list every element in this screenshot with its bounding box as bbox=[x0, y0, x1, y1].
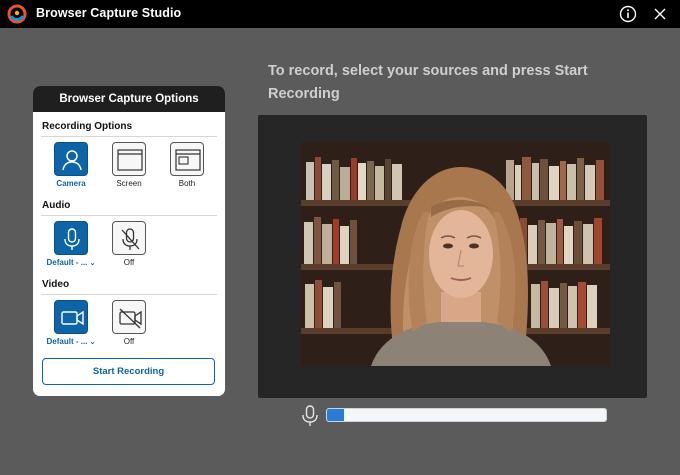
audio-device-dropdown[interactable]: Default - ... ⌄ bbox=[41, 258, 101, 267]
video-off-label: Off bbox=[123, 337, 135, 346]
video-title: Video bbox=[42, 279, 70, 290]
mic-level-meter bbox=[326, 408, 607, 422]
video-off-option[interactable]: Off bbox=[106, 300, 152, 346]
info-icon[interactable] bbox=[619, 5, 637, 23]
chevron-down-icon: ⌄ bbox=[89, 260, 96, 267]
divider bbox=[41, 215, 217, 216]
video-camera-button[interactable] bbox=[54, 300, 88, 334]
app-title: Browser Capture Studio bbox=[36, 6, 182, 20]
window-overlay-icon bbox=[175, 149, 201, 171]
video-device-dropdown[interactable]: Default - ... ⌄ bbox=[41, 337, 101, 346]
start-recording-button[interactable]: Start Recording bbox=[42, 358, 215, 385]
divider bbox=[41, 136, 217, 137]
both-option[interactable]: Both bbox=[164, 142, 210, 188]
microphone-icon bbox=[302, 405, 318, 426]
window-icon bbox=[117, 149, 143, 171]
recording-options-title: Recording Options bbox=[42, 121, 132, 132]
both-label: Both bbox=[178, 179, 196, 188]
both-button[interactable] bbox=[170, 142, 204, 176]
audio-off-label: Off bbox=[123, 258, 135, 267]
video-device-label: Default - ... bbox=[46, 337, 88, 346]
camera-preview bbox=[258, 115, 647, 398]
instructions-text: To record, select your sources and press… bbox=[268, 63, 588, 102]
chevron-down-icon: ⌄ bbox=[89, 339, 96, 346]
person-icon bbox=[62, 150, 82, 171]
app-logo-icon bbox=[7, 4, 27, 24]
screen-button[interactable] bbox=[112, 142, 146, 176]
title-bar: Browser Capture Studio bbox=[0, 0, 680, 28]
screen-option[interactable]: Screen bbox=[106, 142, 152, 188]
screen-label: Screen bbox=[116, 179, 142, 188]
close-icon[interactable] bbox=[652, 6, 668, 22]
microphone-off-icon bbox=[121, 228, 140, 250]
audio-title: Audio bbox=[42, 200, 71, 211]
camera-button[interactable] bbox=[54, 142, 88, 176]
microphone-icon bbox=[64, 228, 80, 250]
microphone-button[interactable] bbox=[54, 221, 88, 255]
mic-level-fill bbox=[327, 409, 344, 421]
camera-feed-image bbox=[301, 142, 610, 366]
video-camera-off-icon bbox=[119, 308, 142, 329]
audio-off-option[interactable]: Off bbox=[106, 221, 152, 267]
audio-off-button[interactable] bbox=[112, 221, 146, 255]
audio-device-option[interactable]: Default - ... ⌄ bbox=[41, 221, 101, 267]
divider bbox=[41, 294, 217, 295]
capture-options-panel: Browser Capture Options Recording Option… bbox=[33, 86, 225, 396]
video-device-option[interactable]: Default - ... ⌄ bbox=[41, 300, 101, 346]
video-off-button[interactable] bbox=[112, 300, 146, 334]
video-camera-icon bbox=[61, 310, 84, 326]
camera-option[interactable]: Camera bbox=[48, 142, 94, 188]
panel-header: Browser Capture Options bbox=[33, 86, 225, 112]
camera-label: Camera bbox=[56, 179, 86, 188]
audio-device-label: Default - ... bbox=[46, 258, 88, 267]
